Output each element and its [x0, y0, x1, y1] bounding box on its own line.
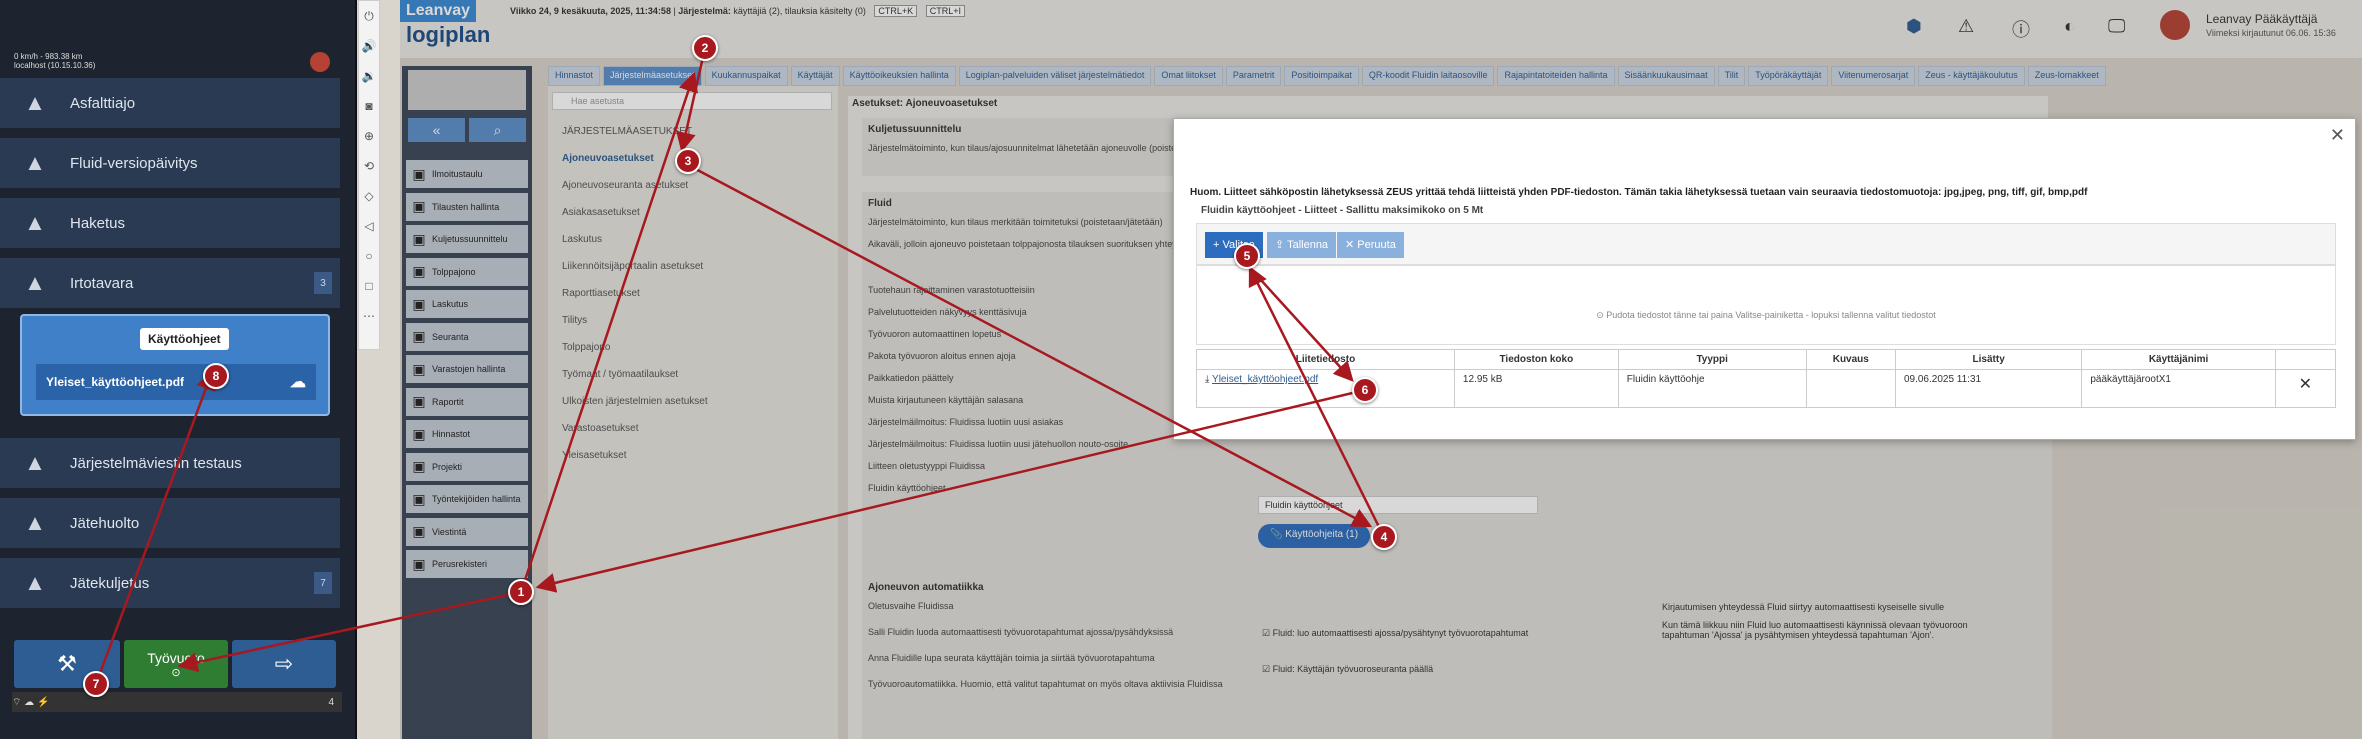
logout-button[interactable]: ⇨ [232, 640, 336, 688]
table-cell: Fluidin käyttöohje [1617, 369, 1807, 408]
download-icon: ▲ [24, 150, 46, 175]
megaphone-icon: ▲ [24, 450, 46, 475]
phone-footer: ⌔ ☁ ⚡ 4 [12, 692, 342, 712]
phone-menu-item[interactable]: ▲ Fluid-versiopäivitys [0, 138, 340, 192]
step-marker: 6 [1352, 377, 1378, 403]
pile-icon: ▲ [24, 270, 46, 295]
tag-icon[interactable]: ◇ [359, 181, 379, 211]
step-marker: 4 [1371, 524, 1397, 550]
column-header: Tyyppi [1617, 349, 1807, 370]
column-header: Tiedoston koko [1453, 349, 1619, 370]
toggle-icon: ⊙ [171, 666, 181, 679]
phone-menu-item[interactable]: ▲ Jätehuolto [0, 498, 340, 552]
phone-menu-item[interactable]: ▲ Järjestelmäviestin testaus [0, 438, 340, 492]
shift-button[interactable]: Työvuoro ⊙ [124, 640, 228, 688]
save-button[interactable]: ⇪ Tallenna [1267, 232, 1337, 258]
rotate-icon[interactable]: ⟲ [359, 151, 379, 181]
cloud-download-icon[interactable]: ☁ [290, 372, 306, 392]
column-header: Käyttäjänimi [2081, 349, 2276, 370]
attachment-link[interactable]: ⤓ Yleiset_käyttöohjeet.pdf [1196, 369, 1455, 408]
wifi-icon: ⌔ ☁ ⚡ [12, 696, 50, 708]
column-header: Liitetiedosto [1196, 349, 1455, 370]
column-header: Kuvaus [1805, 349, 1896, 370]
manual-file-name: Yleiset_käyttöohjeet.pdf [46, 375, 185, 389]
modal-subtitle: Fluidin käyttöohjeet - Liitteet - Sallit… [1201, 205, 1484, 216]
download-icon: ⤓ [1205, 374, 1210, 385]
table-cell: 09.06.2025 11:31 [1894, 369, 2083, 408]
phone-bottom-bar: ⚒ Työvuoro ⊙ ⇨ [14, 640, 336, 690]
table-cell [1805, 369, 1896, 408]
volume-down-icon[interactable]: 🔉 [359, 61, 379, 91]
more-icon[interactable]: ⋯ [359, 301, 379, 331]
zoom-icon[interactable]: ⊕ [359, 121, 379, 151]
modal-note: Huom. Liitteet sähköpostin lähetyksessä … [1190, 187, 2088, 198]
step-marker: 3 [675, 148, 701, 174]
manual-file-button[interactable]: Yleiset_käyttöohjeet.pdf ☁ [36, 364, 316, 400]
phone-status: 0 km/h - 983.38 km localhost (10.15.10.3… [14, 52, 96, 70]
avatar [310, 52, 330, 72]
table-cell: 12.95 kB [1453, 369, 1619, 408]
upload-toolbar: + Valitse ⇪ Tallenna ✕ Peruuta [1196, 223, 2336, 265]
manuals-popup-title: Käyttöohjeet [140, 328, 229, 350]
phone-menu-item[interactable]: ▲ Haketus [0, 198, 340, 252]
home-icon[interactable]: ○ [359, 241, 379, 271]
count-badge: 7 [314, 572, 332, 594]
step-marker: 1 [508, 579, 534, 605]
recycle-icon: ▲ [24, 510, 46, 535]
cancel-button[interactable]: ✕ Peruuta [1337, 232, 1404, 258]
close-icon[interactable]: ✕ [2330, 125, 2345, 146]
step-marker: 7 [83, 671, 109, 697]
overview-icon[interactable]: □ [359, 271, 379, 301]
trees-icon: ▲ [24, 210, 46, 235]
step-marker: 2 [692, 35, 718, 61]
truck-icon: ▲ [24, 570, 46, 595]
delete-icon[interactable]: ✕ [2274, 369, 2337, 408]
phone-menu-item[interactable]: ▲ Jätekuljetus 7 [0, 558, 340, 612]
footer-count: 4 [328, 696, 334, 708]
table-cell: pääkäyttäjärootX1 [2081, 369, 2276, 408]
column-header: Lisätty [1894, 349, 2083, 370]
manuals-popup: Käyttöohjeet Yleiset_käyttöohjeet.pdf ☁ [20, 314, 330, 416]
emulator-toolbar: ⏻ 🔊 🔉 ◙ ⊕ ⟲ ◇ ◁ ○ □ ⋯ [358, 0, 380, 350]
road-icon: ▲ [24, 90, 46, 115]
phone-menu-item[interactable]: ▲ Asfalttiajo [0, 78, 340, 132]
power-icon[interactable]: ⏻ [359, 1, 379, 31]
volume-up-icon[interactable]: 🔊 [359, 31, 379, 61]
count-badge: 3 [314, 272, 332, 294]
logout-icon: ⇨ [274, 651, 294, 676]
step-marker: 8 [203, 363, 229, 389]
phone-menu-item[interactable]: ▲ Irtotavara 3 [0, 258, 340, 312]
back-icon[interactable]: ◁ [359, 211, 379, 241]
phone-emulator: 0 km/h - 983.38 km localhost (10.15.10.3… [0, 0, 357, 739]
shift-label: Työvuoro [147, 649, 205, 666]
camera-icon[interactable]: ◙ [359, 91, 379, 121]
step-marker: 5 [1234, 243, 1260, 269]
column-header-actions [2274, 349, 2337, 370]
wrench-clock-icon: ⚒ [57, 651, 77, 676]
dropzone[interactable]: ⊙ Pudota tiedostot tänne tai paina Valit… [1196, 265, 2336, 345]
attachments-modal: ✕ Huom. Liitteet sähköpostin lähetyksess… [1173, 118, 2356, 440]
